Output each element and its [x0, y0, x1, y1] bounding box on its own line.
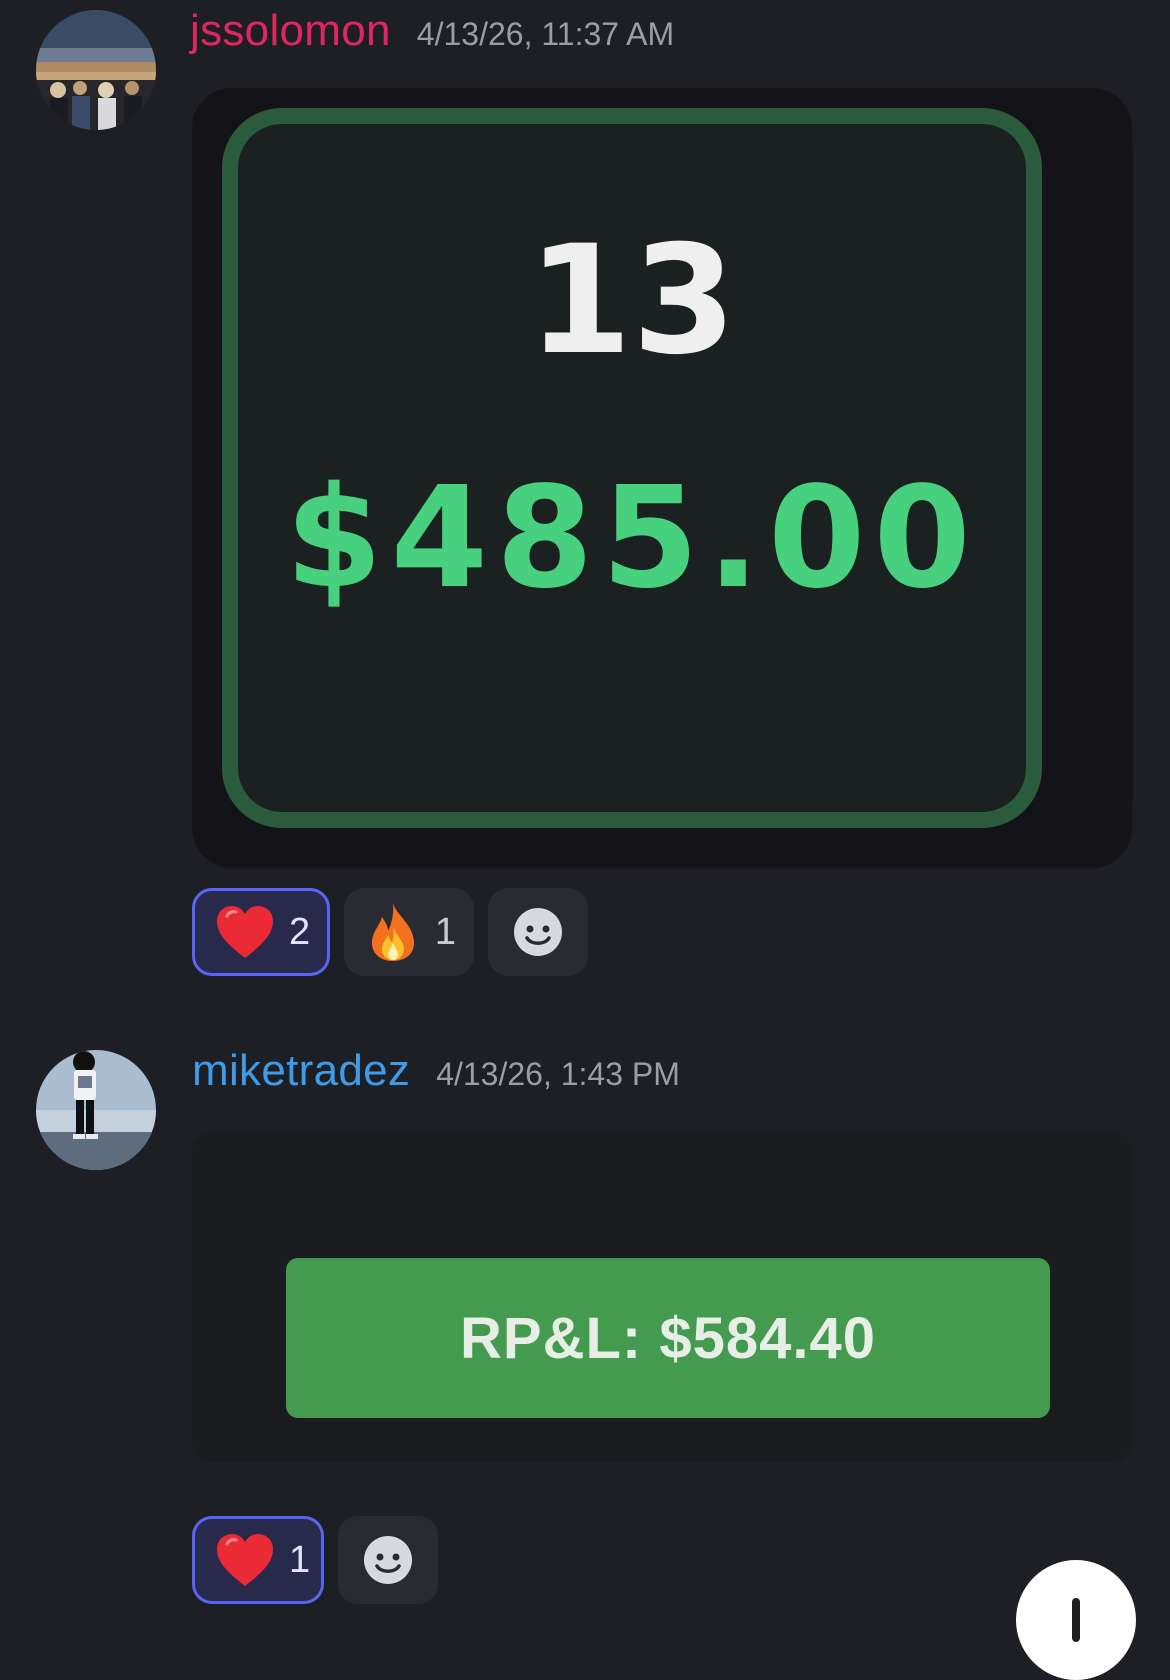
reaction-heart[interactable]: 2	[192, 888, 330, 976]
smiley-icon	[508, 902, 568, 962]
stat-count: 13	[527, 214, 737, 388]
reaction-bar: 1	[192, 1516, 438, 1604]
reaction-heart[interactable]: 1	[192, 1516, 324, 1604]
smiley-icon	[358, 1530, 418, 1590]
add-reaction-button[interactable]	[488, 888, 588, 976]
heart-emoji-icon	[215, 1530, 275, 1590]
timestamp: 4/13/26, 1:43 PM	[436, 1056, 680, 1092]
user-avatar-miketradez[interactable]	[36, 1050, 156, 1170]
timestamp: 4/13/26, 11:37 AM	[416, 16, 675, 52]
heart-emoji-icon	[215, 902, 275, 962]
reaction-count: 1	[434, 910, 456, 953]
user-avatar-jssolomon[interactable]	[36, 10, 156, 130]
fire-emoji-icon	[366, 902, 421, 962]
username[interactable]: jssolomon	[190, 6, 391, 56]
rpl-banner: RP&L: $584.40	[286, 1258, 1050, 1418]
reaction-count: 2	[289, 910, 311, 953]
arrow-icon	[1072, 1598, 1080, 1642]
message-header: miketradez 4/13/26, 1:43 PM	[192, 1046, 680, 1096]
stat-amount: $485.00	[285, 457, 979, 620]
jump-to-present-button[interactable]	[1016, 1560, 1136, 1680]
reaction-bar: 2 1	[192, 888, 588, 976]
image-attachment[interactable]: RP&L: $584.40	[192, 1132, 1132, 1462]
image-attachment[interactable]: 13 $485.00	[192, 88, 1132, 868]
stat-card: 13 $485.00	[222, 108, 1042, 828]
reaction-count: 1	[289, 1538, 311, 1581]
add-reaction-button[interactable]	[338, 1516, 438, 1604]
reaction-fire[interactable]: 1	[344, 888, 474, 976]
username[interactable]: miketradez	[192, 1046, 410, 1096]
message-header: jssolomon 4/13/26, 11:37 AM	[190, 6, 674, 56]
